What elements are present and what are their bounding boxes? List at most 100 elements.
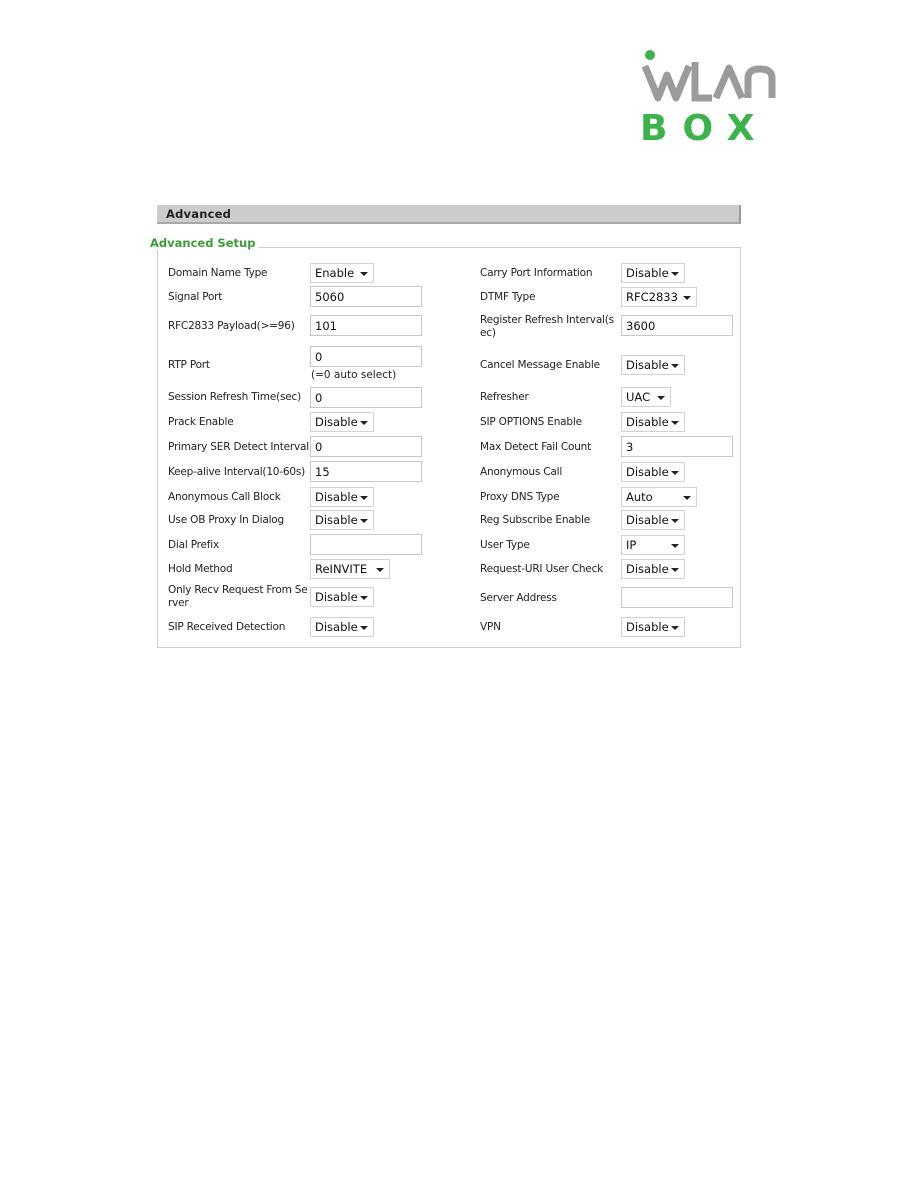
hold-method-select[interactable]: ReINVITE [310,559,390,579]
label-sip-received-detection: SIP Received Detection [168,621,286,633]
section-header-advanced: Advanced [157,205,741,224]
chevron-down-icon [360,626,368,630]
label-carry-port-information: Carry Port Information [480,267,593,279]
rfc2833-payload-input[interactable]: 101 [310,315,422,336]
label-rfc2833-payload: RFC2833 Payload(>=96) [168,320,295,332]
label-session-refresh-time: Session Refresh Time(sec) [168,391,301,403]
chevron-down-icon [360,496,368,500]
refresher-select[interactable]: UAC [621,387,671,407]
prack-enable-select[interactable]: Disable [310,412,374,432]
select-value: RFC2833 [626,290,678,304]
select-value: Auto [626,490,653,504]
logo-l [691,62,712,102]
chevron-down-icon [671,421,679,425]
label-vpn: VPN [480,621,501,633]
select-value: Disable [315,415,358,429]
logo-n [744,65,776,98]
label-signal-port: Signal Port [168,291,223,303]
chevron-down-icon [683,496,691,500]
chevron-down-icon [360,421,368,425]
chevron-down-icon [376,568,384,572]
dtmf-type-select[interactable]: RFC2833 [621,287,697,307]
label-use-ob-proxy-in-dialog: Use OB Proxy In Dialog [168,514,284,526]
select-value: Disable [626,465,669,479]
label-line: Register Refresh Interval(s [480,314,614,326]
select-value: IP [626,538,637,552]
select-value: Disable [626,513,669,527]
label-server-address: Server Address [480,592,557,604]
rtp-port-input[interactable]: 0 [310,346,422,367]
user-type-select[interactable]: IP [621,535,685,555]
label-primary-ser-detect-interval: Primary SER Detect Interval [168,441,310,453]
primary-ser-detect-interval-input[interactable]: 0 [310,436,422,457]
label-cancel-message-enable: Cancel Message Enable [480,359,600,371]
proxy-dns-type-select[interactable]: Auto [621,487,697,507]
register-refresh-interval-input[interactable]: 3600 [621,315,733,336]
fieldset-legend: Advanced Setup [150,236,260,250]
sip-received-detection-select[interactable]: Disable [310,617,374,637]
chevron-down-icon [683,296,691,300]
label-max-detect-fail-count: Max Detect Fail Count [480,441,592,453]
dial-prefix-input[interactable] [310,534,422,555]
chevron-down-icon [360,272,368,276]
wlanbox-logo: BOX [640,48,785,144]
request-uri-user-check-select[interactable]: Disable [621,559,685,579]
label-domain-name-type: Domain Name Type [168,267,268,279]
chevron-down-icon [671,568,679,572]
select-value: Disable [626,562,669,576]
select-value: Disable [315,620,358,634]
label-keep-alive-interval: Keep-alive Interval(10-60s) [168,466,306,478]
label-dtmf-type: DTMF Type [480,291,536,303]
label-proxy-dns-type: Proxy DNS Type [480,491,560,503]
only-recv-request-from-server-select[interactable]: Disable [310,587,374,607]
server-address-input[interactable] [621,587,733,608]
chevron-down-icon [671,364,679,368]
max-detect-fail-count-input[interactable]: 3 [621,436,733,457]
anonymous-call-block-select[interactable]: Disable [310,487,374,507]
chevron-down-icon [360,596,368,600]
logo-graphic: BOX [640,50,776,144]
label-line: rver [168,597,189,609]
chevron-down-icon [360,519,368,523]
logo-box-text: BOX [640,108,770,144]
section-title: Advanced [166,207,232,221]
select-value: Disable [315,513,358,527]
chevron-down-icon [657,396,665,400]
select-value: Disable [626,620,669,634]
label-sip-options-enable: SIP OPTIONS Enable [480,416,582,428]
cancel-message-enable-select[interactable]: Disable [621,355,685,375]
select-value: Disable [626,358,669,372]
logo-dot [645,50,655,60]
session-refresh-time-input[interactable]: 0 [310,387,422,408]
carry-port-information-select[interactable]: Disable [621,263,685,283]
select-value: Disable [626,266,669,280]
vpn-select[interactable]: Disable [621,617,685,637]
chevron-down-icon [671,519,679,523]
keep-alive-interval-input[interactable]: 15 [310,461,422,482]
chevron-down-icon [671,471,679,475]
chevron-down-icon [671,544,679,548]
reg-subscribe-enable-select[interactable]: Disable [621,510,685,530]
label-anonymous-call: Anonymous Call [480,466,563,478]
rtp-port-hint: (=0 auto select) [311,369,397,381]
label-dial-prefix: Dial Prefix [168,539,220,551]
select-value: Disable [315,590,358,604]
anonymous-call-select[interactable]: Disable [621,462,685,482]
label-line: ec) [480,327,496,339]
select-value: Disable [315,490,358,504]
chevron-down-icon [671,626,679,630]
label-register-refresh-interval: Register Refresh Interval(s ec) [480,314,614,340]
label-prack-enable: Prack Enable [168,416,234,428]
signal-port-input[interactable]: 5060 [310,286,422,307]
label-only-recv-request-from-server: Only Recv Request From Se rver [168,584,308,610]
select-value: UAC [626,390,651,404]
logo-a [712,64,746,100]
label-anonymous-call-block: Anonymous Call Block [168,491,281,503]
label-user-type: User Type [480,539,530,551]
label-request-uri-user-check: Request-URI User Check [480,563,604,575]
select-value: Disable [626,415,669,429]
use-ob-proxy-in-dialog-select[interactable]: Disable [310,510,374,530]
sip-options-enable-select[interactable]: Disable [621,412,685,432]
logo-w [641,64,693,102]
domain-name-type-select[interactable]: Enable [310,263,374,283]
